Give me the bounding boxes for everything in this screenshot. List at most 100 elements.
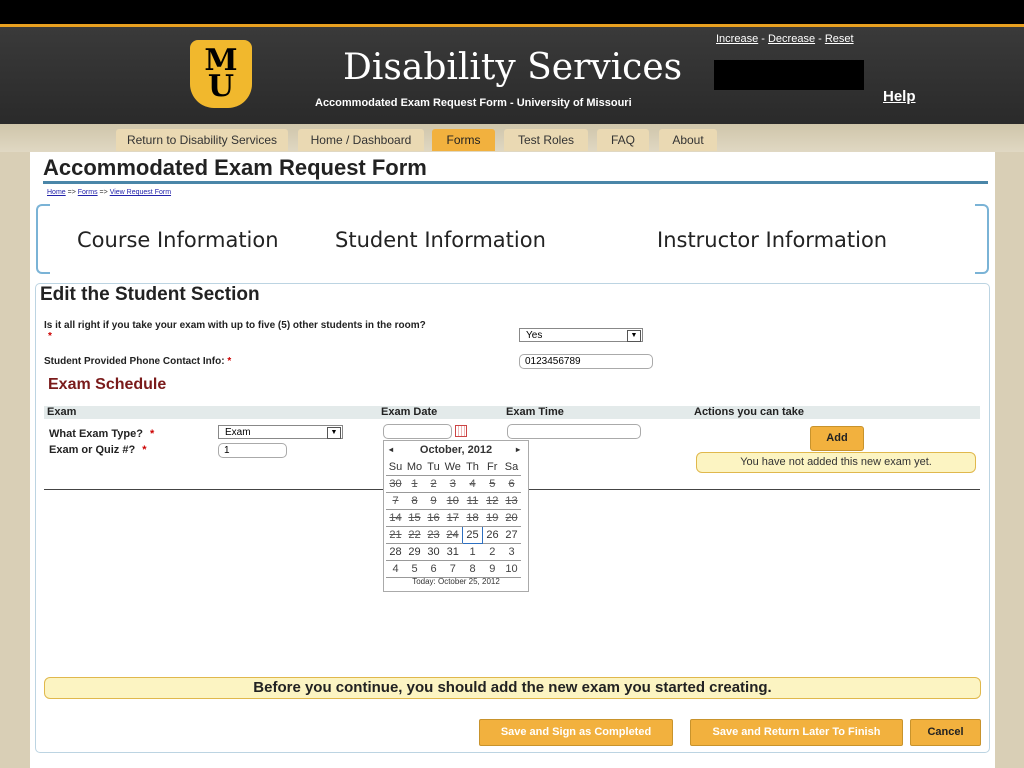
calendar-day: 18 xyxy=(462,509,483,527)
calendar-day[interactable]: 30 xyxy=(424,543,443,561)
nav-test-roles[interactable]: Test Roles xyxy=(504,129,588,151)
next-month-icon[interactable]: ▸ xyxy=(516,443,520,457)
calendar-day[interactable]: 26 xyxy=(482,526,502,544)
calendar-day: 23 xyxy=(424,526,443,544)
exam-number-label-text: Exam or Quiz #? xyxy=(49,444,136,456)
calendar-day: 11 xyxy=(462,492,483,510)
nav-home-dashboard[interactable]: Home / Dashboard xyxy=(298,129,424,151)
nav-return-to-disability-services[interactable]: Return to Disability Services xyxy=(116,129,288,151)
room-select[interactable]: Yes ▼ xyxy=(519,328,643,342)
save-sign-completed-button[interactable]: Save and Sign as Completed xyxy=(479,719,673,746)
calendar-month-label: October, 2012 xyxy=(419,444,493,456)
calendar-week-row: 21 22 23 24 25 26 27 xyxy=(386,526,521,544)
text-reset-link[interactable]: Reset xyxy=(825,33,854,45)
calendar-day: 3 xyxy=(443,475,463,493)
add-exam-button[interactable]: Add xyxy=(810,426,864,451)
calendar-day: 15 xyxy=(405,509,424,527)
calendar-day: 6 xyxy=(502,475,521,493)
text-increase-link[interactable]: Increase xyxy=(716,33,758,45)
breadcrumb-separator: => xyxy=(65,189,78,196)
calendar-day: 21 xyxy=(386,526,405,544)
calendar-day[interactable]: 9 xyxy=(482,560,502,578)
calendar-week-row: 30 1 2 3 4 5 6 xyxy=(386,475,521,493)
calendar-day: 24 xyxy=(443,526,463,544)
calendar-week-row: 7 8 9 10 11 12 13 xyxy=(386,492,521,510)
calendar-day[interactable]: 8 xyxy=(462,560,483,578)
calendar-icon[interactable] xyxy=(455,425,467,437)
calendar-day[interactable]: 29 xyxy=(405,543,424,561)
prev-month-icon[interactable]: ◂ xyxy=(389,443,393,457)
calendar-day: 30 xyxy=(386,475,405,493)
chevron-down-icon: ▼ xyxy=(327,427,341,439)
calendar-day: 16 xyxy=(424,509,443,527)
calendar-today-label[interactable]: Today: October 25, 2012 xyxy=(384,577,528,586)
phone-label-text: Student Provided Phone Contact Info: xyxy=(44,356,225,367)
section-bracket-right xyxy=(975,204,989,274)
calendar-header: ◂ October, 2012 ▸ xyxy=(384,443,528,457)
date-picker-popup: ◂ October, 2012 ▸ Su Mo Tu We Th Fr Sa 3… xyxy=(383,440,529,592)
site-title: Disability Services xyxy=(343,47,683,88)
text-size-separator: - xyxy=(815,33,825,45)
section-course-information[interactable]: Course Information xyxy=(77,228,279,252)
section-bracket-left xyxy=(36,204,50,274)
room-question-label: Is it all right if you take your exam wi… xyxy=(44,320,426,342)
exam-date-input[interactable] xyxy=(383,424,452,439)
cancel-button[interactable]: Cancel xyxy=(910,719,981,746)
dow-label: Mo xyxy=(405,459,424,476)
calendar-day: 5 xyxy=(482,475,502,493)
section-instructor-information[interactable]: Instructor Information xyxy=(657,228,887,252)
calendar-week-row: 28 29 30 31 1 2 3 xyxy=(386,543,521,561)
breadcrumb-view-request-form[interactable]: View Request Form xyxy=(110,189,171,196)
exam-type-label-text: What Exam Type? xyxy=(49,428,143,440)
chevron-down-icon: ▼ xyxy=(627,330,641,342)
calendar-day[interactable]: 3 xyxy=(502,543,521,561)
col-exam-time: Exam Time xyxy=(506,406,564,418)
site-header: M U Disability Services Accommodated Exa… xyxy=(0,24,1024,124)
text-decrease-link[interactable]: Decrease xyxy=(768,33,815,45)
required-marker: * xyxy=(227,356,232,367)
exam-schedule-heading: Exam Schedule xyxy=(48,376,167,393)
help-link[interactable]: Help xyxy=(883,88,916,105)
nav-about[interactable]: About xyxy=(659,129,717,151)
calendar-day[interactable]: 10 xyxy=(502,560,521,578)
calendar-day: 14 xyxy=(386,509,405,527)
phone-input[interactable]: 0123456789 xyxy=(519,354,653,369)
calendar-day: 12 xyxy=(482,492,502,510)
dow-label: Th xyxy=(462,459,483,476)
breadcrumb-separator: => xyxy=(97,189,110,196)
exam-time-input[interactable] xyxy=(507,424,641,439)
save-return-later-button[interactable]: Save and Return Later To Finish xyxy=(690,719,903,746)
calendar-day[interactable]: 7 xyxy=(443,560,463,578)
exam-type-select[interactable]: Exam ▼ xyxy=(218,425,343,439)
calendar-day[interactable]: 4 xyxy=(386,560,405,578)
section-student-information[interactable]: Student Information xyxy=(335,228,546,252)
nav-forms[interactable]: Forms xyxy=(432,129,495,151)
calendar-dow-row: Su Mo Tu We Th Fr Sa xyxy=(386,459,521,476)
exam-number-input[interactable]: 1 xyxy=(218,443,287,458)
calendar-day[interactable]: 6 xyxy=(424,560,443,578)
calendar-day: 19 xyxy=(482,509,502,527)
calendar-week-row: 4 5 6 7 8 9 10 xyxy=(386,560,521,578)
calendar-day[interactable]: 31 xyxy=(443,543,463,561)
mu-logo[interactable]: M U xyxy=(190,40,252,108)
unsaved-exam-warning: Before you continue, you should add the … xyxy=(44,677,981,699)
dow-label: Tu xyxy=(424,459,443,476)
breadcrumb-forms[interactable]: Forms xyxy=(78,189,98,196)
page-title: Accommodated Exam Request Form xyxy=(43,155,427,180)
calendar-day[interactable]: 5 xyxy=(405,560,424,578)
calendar-day[interactable]: 27 xyxy=(502,526,521,544)
calendar-day[interactable]: 28 xyxy=(386,543,405,561)
calendar-day-today[interactable]: 25 xyxy=(462,526,483,544)
calendar-day: 7 xyxy=(386,492,405,510)
nav-faq[interactable]: FAQ xyxy=(597,129,649,151)
phone-label: Student Provided Phone Contact Info: * xyxy=(44,356,231,367)
calendar-day: 22 xyxy=(405,526,424,544)
calendar-week-row: 14 15 16 17 18 19 20 xyxy=(386,509,521,527)
breadcrumb: Home => Forms => View Request Form xyxy=(47,189,171,196)
breadcrumb-home[interactable]: Home xyxy=(47,189,66,196)
text-size-controls: Increase - Decrease - Reset xyxy=(716,33,854,45)
calendar-day[interactable]: 1 xyxy=(462,543,483,561)
dow-label: Su xyxy=(386,459,405,476)
col-exam: Exam xyxy=(47,406,77,418)
calendar-day[interactable]: 2 xyxy=(482,543,502,561)
